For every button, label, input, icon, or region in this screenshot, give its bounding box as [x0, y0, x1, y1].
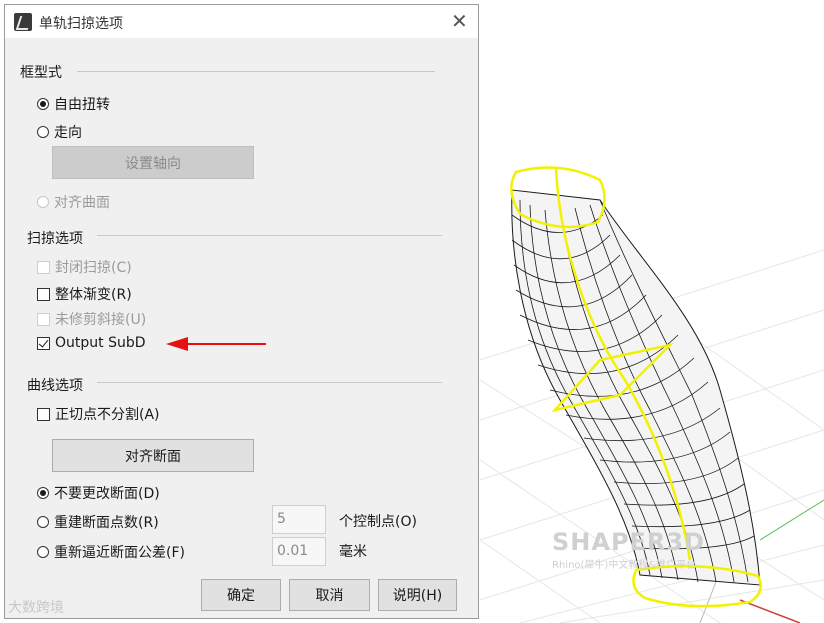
no-split-tangent-label: 正切点不分割(A) [55, 407, 160, 423]
watermark-left: 大数跨境 [8, 597, 64, 617]
checkbox-indicator [37, 312, 50, 326]
sweep-options-dialog: 单轨扫掠选项 ✕ 框型式 自由扭转 走向 设置轴向 对齐曲面 扫掠选项 封闭扫掠… [4, 4, 479, 619]
watermark-brand-sub: Rhino(犀牛)中文教程&推广平台 [552, 560, 697, 571]
cancel-button[interactable]: 取消 [289, 579, 370, 611]
radio-indicator [37, 196, 49, 208]
checkbox-indicator [37, 287, 50, 301]
output-subd-label: Output SubD [55, 335, 146, 351]
frame-style-heading: 框型式 [20, 65, 62, 81]
global-blend-label: 整体渐变(R) [55, 287, 132, 303]
sweep-options-heading: 扫掠选项 [27, 231, 83, 247]
radio-indicator [37, 98, 49, 110]
radio-indicator [37, 126, 49, 138]
frame-style-divider [77, 71, 435, 72]
radio-indicator [37, 487, 49, 499]
rebuild-points-radio[interactable]: 重建断面点数(R) [37, 512, 159, 532]
sweep-options-divider [97, 235, 442, 236]
rhino-app-icon [14, 13, 32, 31]
checkbox-indicator [37, 407, 50, 421]
untrimmed-miters-checkbox[interactable]: 未修剪斜接(U) [37, 309, 146, 329]
checkbox-indicator [37, 336, 50, 350]
do-not-change-radio[interactable]: 不要更改断面(D) [37, 483, 160, 503]
align-cross-sections-button[interactable]: 对齐断面 [52, 439, 254, 472]
set-axis-button[interactable]: 设置轴向 [52, 146, 254, 179]
free-twist-label: 自由扭转 [54, 97, 110, 113]
watermark-brand-name: SHAPER3D [552, 528, 706, 556]
roadlike-label: 走向 [54, 125, 82, 141]
refit-tolerance-input[interactable]: 0.01 [272, 537, 326, 566]
red-arrow-annotation [166, 337, 266, 351]
do-not-change-label: 不要更改断面(D) [54, 486, 160, 502]
align-surface-label: 对齐曲面 [54, 195, 110, 211]
watermark-brand: SHAPER3D Rhino(犀牛)中文教程&推广平台 [552, 528, 705, 571]
ok-button[interactable]: 确定 [201, 579, 281, 611]
rebuild-points-input[interactable]: 5 [272, 505, 326, 534]
no-split-tangent-checkbox[interactable]: 正切点不分割(A) [37, 404, 160, 424]
radio-indicator [37, 546, 49, 558]
align-surface-radio[interactable]: 对齐曲面 [37, 192, 110, 212]
curve-options-heading: 曲线选项 [27, 378, 83, 394]
closed-sweep-label: 封闭扫掠(C) [55, 260, 132, 276]
rebuild-points-unit: 个控制点(O) [339, 514, 417, 530]
refit-tolerance-unit: 毫米 [339, 544, 367, 560]
dialog-title: 单轨扫掠选项 [39, 16, 123, 32]
checkbox-indicator [37, 260, 50, 274]
radio-indicator [37, 516, 49, 528]
output-subd-checkbox[interactable]: Output SubD [37, 335, 146, 351]
global-blend-checkbox[interactable]: 整体渐变(R) [37, 284, 132, 304]
close-icon[interactable]: ✕ [451, 11, 468, 31]
roadlike-radio[interactable]: 走向 [37, 122, 82, 142]
rebuild-points-label: 重建断面点数(R) [54, 515, 159, 531]
untrimmed-miters-label: 未修剪斜接(U) [55, 312, 147, 328]
watermark-left-text: 大数跨境 [8, 600, 64, 616]
help-button[interactable]: 说明(H) [378, 579, 457, 611]
curve-options-divider [97, 382, 442, 383]
refit-tolerance-label: 重新逼近断面公差(F) [54, 545, 185, 561]
free-twist-radio[interactable]: 自由扭转 [37, 94, 110, 114]
refit-tolerance-radio[interactable]: 重新逼近断面公差(F) [37, 542, 185, 562]
closed-sweep-checkbox[interactable]: 封闭扫掠(C) [37, 257, 132, 277]
title-bar: 单轨扫掠选项 ✕ [5, 5, 478, 38]
